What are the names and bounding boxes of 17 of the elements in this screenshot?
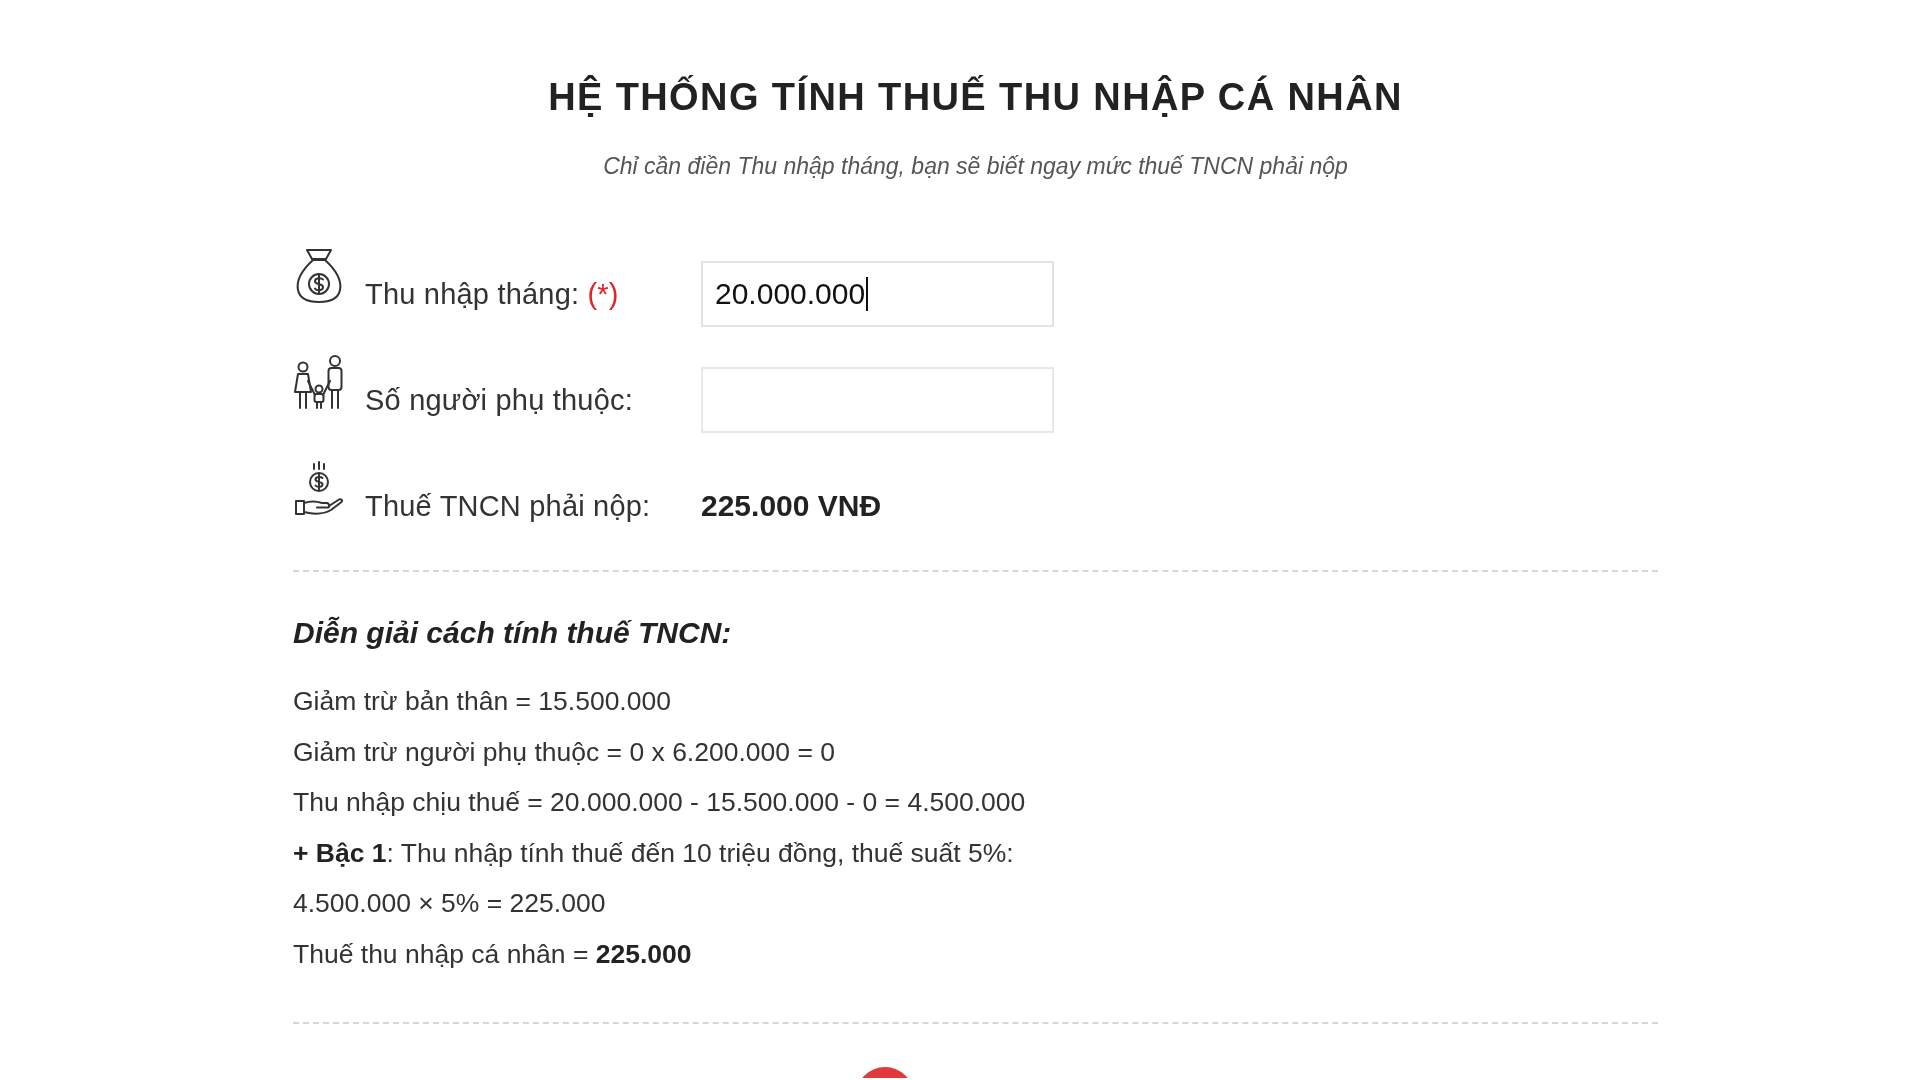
- family-icon: [293, 354, 345, 410]
- income-field[interactable]: 20.000.000: [701, 261, 1054, 327]
- explanation-line: Giảm trừ người phụ thuộc = 0 x 6.200.000 = 0: [293, 735, 835, 769]
- hand-coin-icon: [293, 460, 345, 516]
- page-title: HỆ THỐNG TÍNH THUẾ THU NHẬP CÁ NHÂN: [548, 74, 1403, 120]
- explanation-line: Giảm trừ bản thân = 15.500.000: [293, 685, 671, 718]
- field-label: Thu nhập tháng: (*): [365, 277, 620, 311]
- tax-amount: 225.000 VNĐ: [701, 489, 882, 523]
- explanation-line: Thu nhập chịu thuế = 20.000.000 - 15.500.000 - 0 = 4.500.000: [293, 786, 1026, 820]
- explanation-line: + Bậc 1: Thu nhập tính thuế đến 10 triệu đồng, thuế suất 5%:: [293, 836, 1014, 870]
- explanation-heading: Diễn giải cách tính thuế TNCN:: [293, 616, 733, 650]
- field-label: Thuế TNCN phải nộp:: [365, 489, 652, 523]
- text-cursor-icon: [866, 277, 869, 311]
- explanation-line: 4.500.000 × 5% = 225.000: [293, 887, 606, 921]
- explanation-line: Thuế thu nhập cá nhân = 225.000: [293, 937, 692, 971]
- field-label: Số người phụ thuộc:: [365, 383, 634, 417]
- page-subtitle: Chỉ cần điền Thu nhập tháng, bạn sẽ biết ngay mức thuế TNCN phải nộp: [603, 153, 1348, 179]
